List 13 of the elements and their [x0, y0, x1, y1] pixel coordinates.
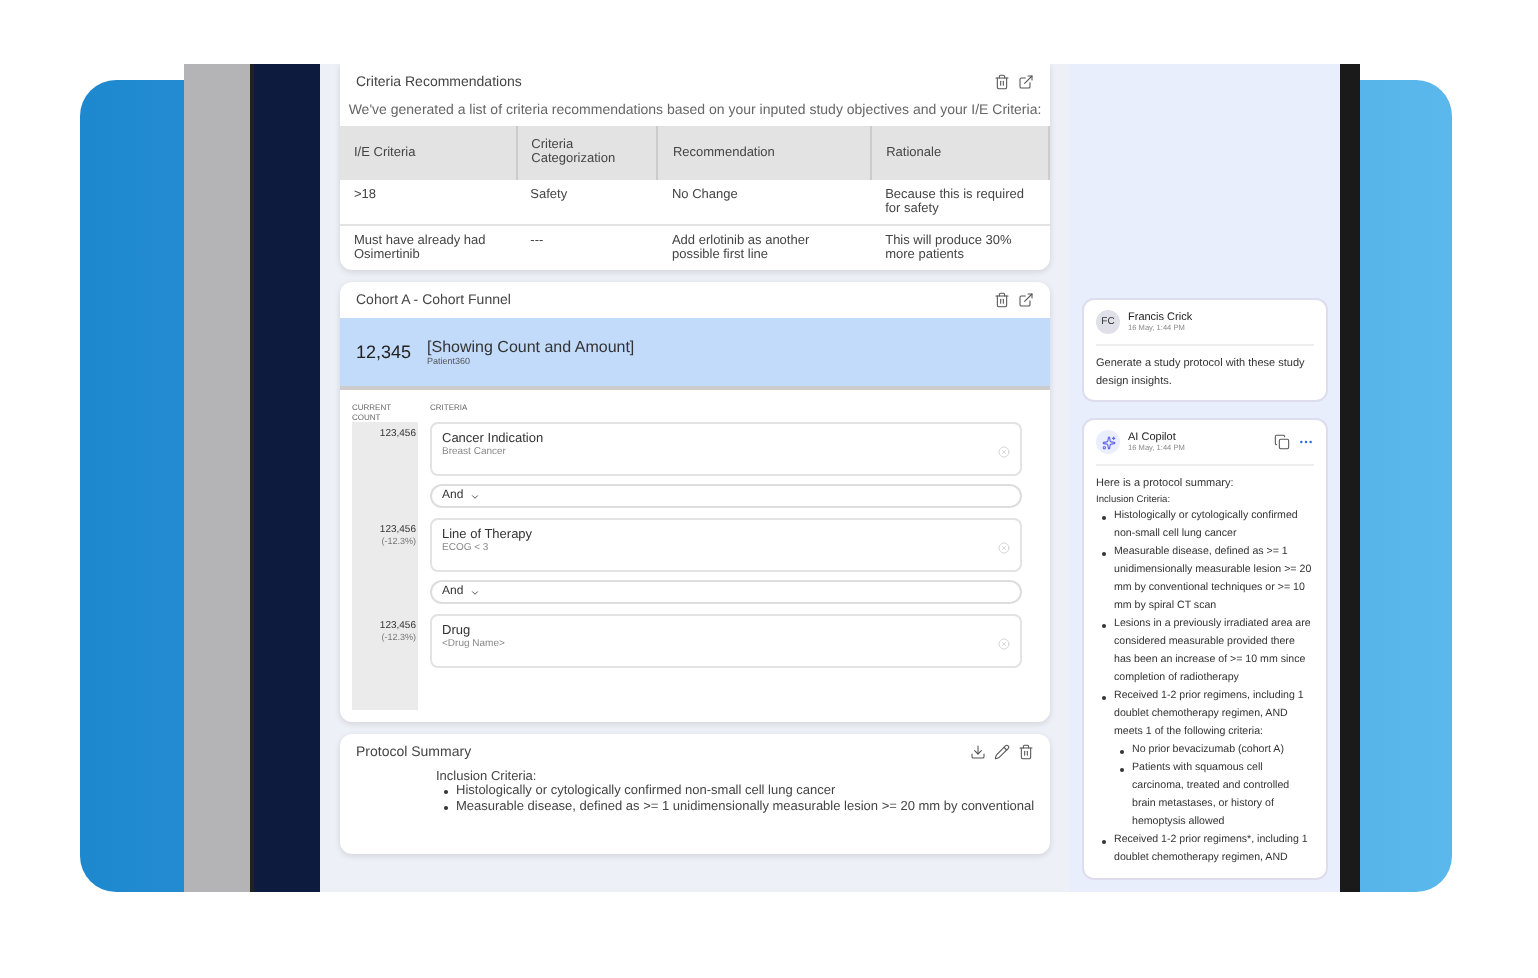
chevron-down-icon — [469, 491, 480, 501]
total-count: 12,345 — [356, 342, 412, 362]
banner-heading: [Showing Count and Amount] — [427, 338, 635, 356]
copy-icon[interactable] — [1274, 434, 1290, 451]
chevron-down-icon — [469, 587, 480, 597]
trash-icon[interactable] — [994, 74, 1010, 90]
external-link-icon[interactable] — [1018, 292, 1034, 308]
trash-icon[interactable] — [1018, 744, 1034, 760]
external-link-icon[interactable] — [1018, 74, 1034, 90]
sparkle-icon — [1096, 430, 1120, 455]
trash-icon[interactable] — [994, 292, 1010, 308]
pencil-icon[interactable] — [994, 744, 1010, 760]
download-icon[interactable] — [970, 744, 986, 760]
